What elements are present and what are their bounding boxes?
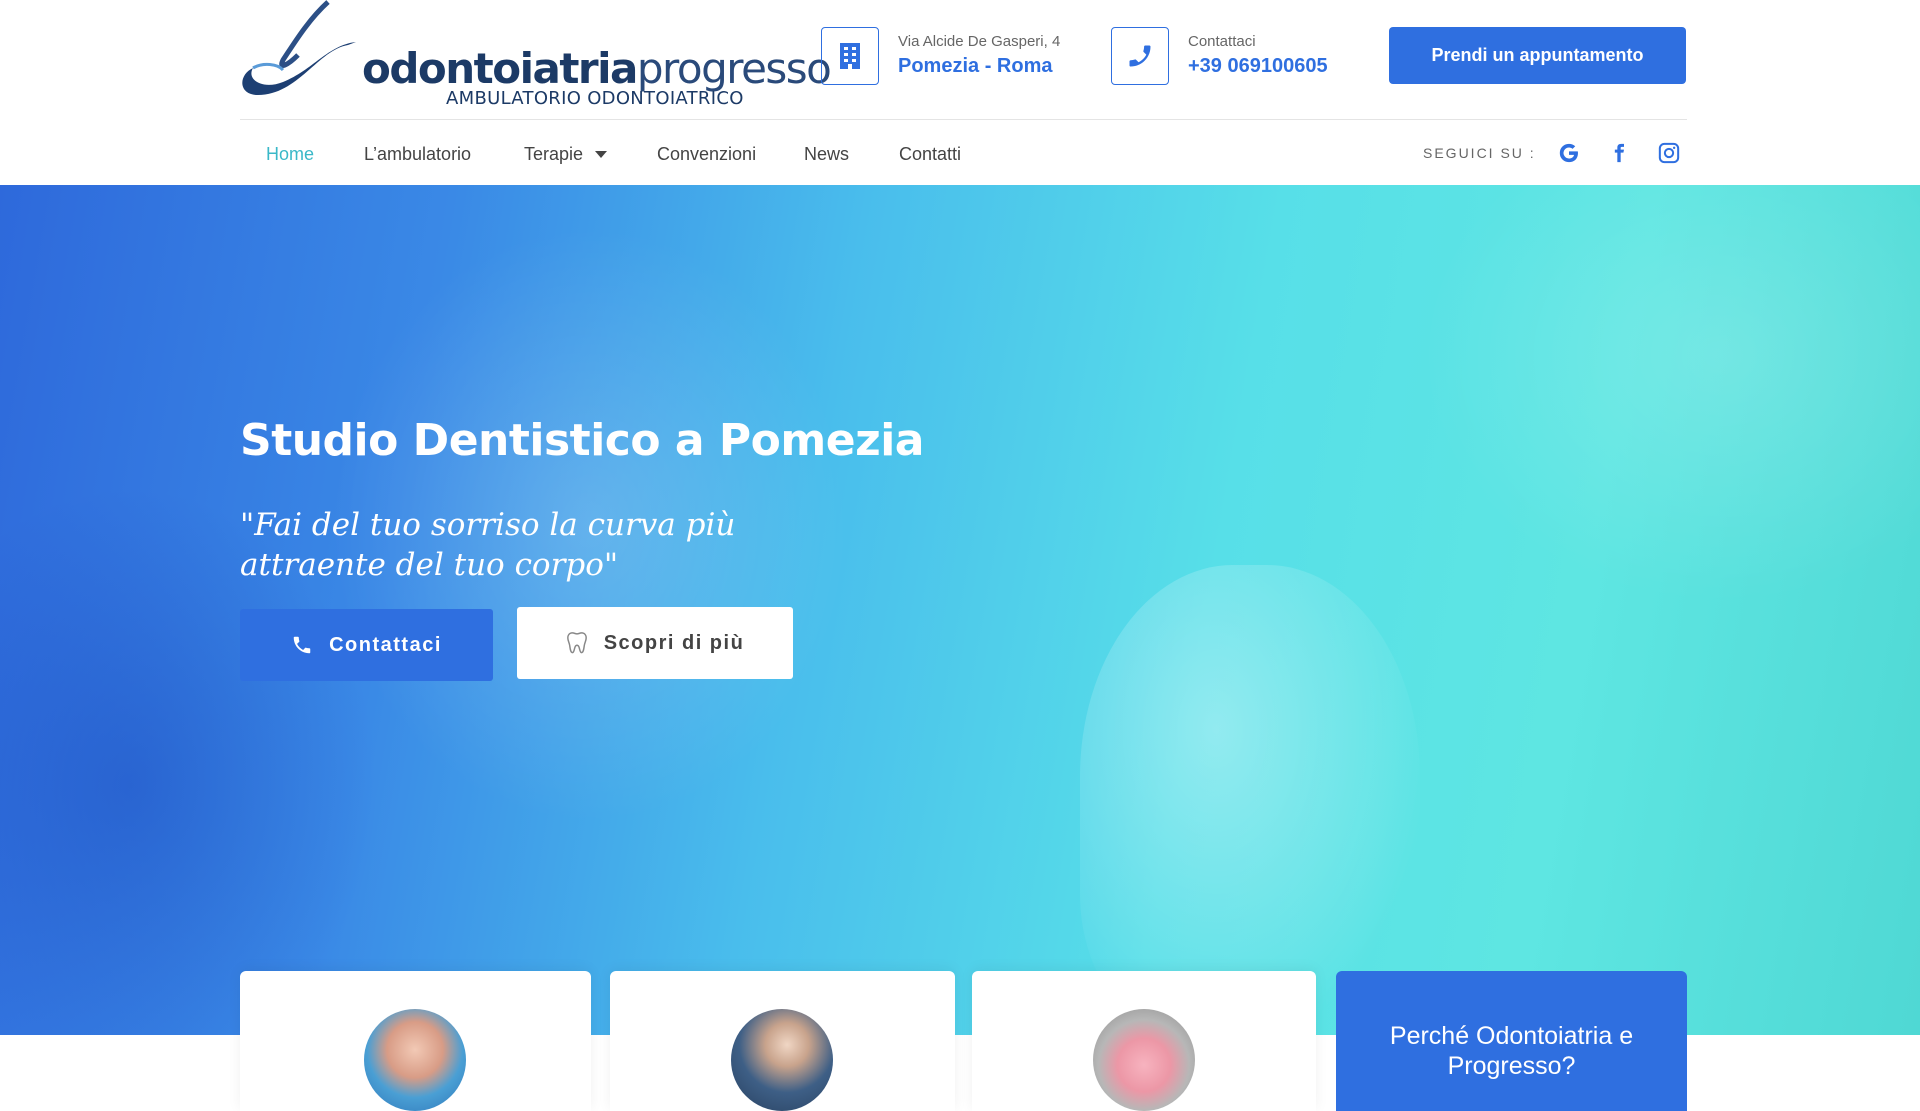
feature-card[interactable]	[240, 971, 591, 1111]
logo-brand-bold: odontoiatria	[362, 44, 638, 93]
chevron-down-icon	[595, 151, 608, 158]
nav-item-label: Contatti	[899, 144, 962, 164]
phone-icon	[1129, 45, 1151, 67]
hero-banner: Studio Dentistico a Pomezia "Fai del tuo…	[0, 185, 1920, 1035]
logo-wordmark: odontoiatriaprogresso	[362, 44, 832, 93]
phone-icon-box[interactable]	[1111, 27, 1169, 85]
building-icon-box	[821, 27, 879, 85]
site-logo[interactable]: odontoiatriaprogresso AMBULATORIO ODONTO…	[238, 0, 832, 118]
facebook-icon[interactable]	[1606, 140, 1632, 166]
phone-number-link[interactable]: +39 069100605	[1188, 52, 1328, 80]
feature-card-image	[731, 1009, 833, 1111]
nav-item-label: Home	[266, 144, 315, 164]
nav-item-convenzioni[interactable]: Convenzioni	[657, 144, 756, 165]
google-icon[interactable]	[1556, 140, 1582, 166]
contact-button-label: Contattaci	[329, 633, 442, 656]
nav-item-contatti[interactable]: Contatti	[899, 144, 961, 165]
hero-photo-light-shape	[1420, 185, 1920, 605]
follow-us-label: SEGUICI SU :	[1423, 145, 1536, 161]
address-line1: Via Alcide De Gasperi, 4	[898, 33, 1061, 50]
facebook-icon-glyph	[1614, 143, 1624, 163]
why-us-card[interactable]: Perché Odontoiatria e Progresso?	[1336, 971, 1687, 1111]
why-us-title: Perché Odontoiatria e Progresso?	[1389, 1022, 1634, 1080]
nav-item-label: Convenzioni	[657, 144, 757, 164]
nav-item-label: News	[804, 144, 850, 164]
book-appointment-button[interactable]: Prendi un appuntamento	[1389, 27, 1686, 84]
hero-title: Studio Dentistico a Pomezia	[240, 415, 924, 466]
feature-card[interactable]	[972, 971, 1316, 1111]
hero-quote: "Fai del tuo sorriso la curva più attrae…	[240, 507, 736, 583]
logo-swoosh-icon	[242, 0, 356, 95]
nav-item-label: L’ambulatorio	[364, 144, 472, 164]
learn-more-button-label: Scopri di più	[603, 631, 745, 654]
contact-label: Contattaci	[1188, 33, 1256, 50]
nav-item-label: Terapie	[524, 144, 584, 164]
google-icon-glyph	[1559, 143, 1578, 163]
building-icon	[840, 43, 860, 69]
feature-card[interactable]	[610, 971, 955, 1111]
feature-card-image	[1093, 1009, 1195, 1111]
tooth-icon	[566, 631, 588, 655]
address-line2: Pomezia - Roma	[898, 55, 1053, 77]
feature-card-image	[364, 1009, 466, 1111]
main-nav: Home L’ambulatorio Terapie Convenzioni N…	[240, 120, 1687, 185]
learn-more-button[interactable]: Scopri di più	[517, 607, 793, 679]
phone-icon	[291, 634, 313, 656]
nav-item-terapie[interactable]: Terapie	[524, 144, 608, 165]
header-top: odontoiatriaprogresso AMBULATORIO ODONTO…	[0, 0, 1920, 120]
address-block: Via Alcide De Gasperi, 4 Pomezia - Roma	[821, 27, 1060, 85]
instagram-icon-glyph	[1658, 142, 1680, 164]
logo-subtitle: AMBULATORIO ODONTOIATRICO	[446, 88, 744, 109]
nav-item-news[interactable]: News	[804, 144, 849, 165]
instagram-icon[interactable]	[1656, 140, 1682, 166]
logo-brand-light: progresso	[636, 44, 832, 93]
contact-block: Contattaci +39 069100605	[1111, 27, 1328, 85]
contact-button[interactable]: Contattaci	[240, 609, 493, 681]
nav-item-ambulatorio[interactable]: L’ambulatorio	[364, 144, 471, 165]
hero-photo-tooth-shape	[1080, 565, 1420, 1035]
nav-item-home[interactable]: Home	[266, 144, 314, 165]
